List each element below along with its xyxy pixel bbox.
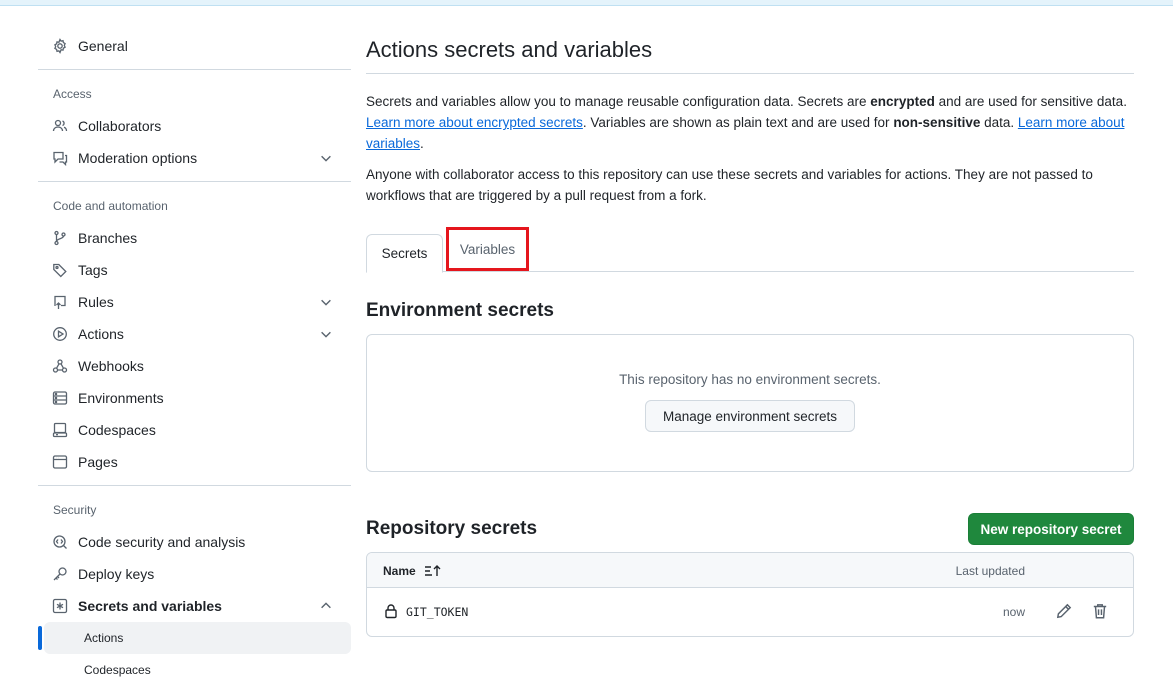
secret-name: GIT_TOKEN [406, 605, 469, 619]
intro-paragraph: Secrets and variables allow you to manag… [366, 91, 1134, 154]
tag-icon [52, 262, 68, 278]
secret-last-updated: now [1002, 605, 1025, 619]
sidebar-item-label: Environments [78, 390, 164, 406]
repository-secrets-header: Repository secrets New repository secret [366, 513, 1134, 547]
sidebar-item-collaborators[interactable]: Collaborators [38, 110, 351, 142]
sidebar-item-label: Actions [78, 326, 124, 342]
sidebar-item-secrets-variables[interactable]: Secrets and variables [38, 590, 351, 622]
table-header: Name Last updated [367, 553, 1133, 588]
sidebar-item-label: Webhooks [78, 358, 144, 374]
intro-emphasis: encrypted [870, 94, 935, 109]
sidebar-item-label: Deploy keys [78, 566, 155, 582]
sidebar-item-tags[interactable]: Tags [38, 254, 351, 286]
tab-variables[interactable]: Variables [446, 227, 529, 271]
sidebar-item-label: Tags [78, 262, 108, 278]
sidebar-item-general[interactable]: General [38, 30, 351, 62]
sidebar-item-code-security[interactable]: Code security and analysis [38, 526, 351, 558]
branch-icon [52, 230, 68, 246]
encrypted-secrets-link[interactable]: Learn more about encrypted secrets [366, 115, 583, 130]
intro-text: Secrets and variables allow you to manag… [366, 94, 871, 109]
repo-push-icon [52, 294, 68, 310]
sidebar-item-webhooks[interactable]: Webhooks [38, 350, 351, 382]
sidebar-item-environments[interactable]: Environments [38, 382, 351, 414]
server-icon [52, 390, 68, 406]
intro-text: and are used for sensitive data. [934, 94, 1127, 109]
repository-secrets-title: Repository secrets [366, 518, 538, 539]
webhook-icon [52, 358, 68, 374]
sidebar-item-pages[interactable]: Pages [38, 446, 351, 478]
sidebar-item-rules[interactable]: Rules [38, 286, 351, 318]
column-header-label: Name [383, 564, 416, 578]
sidebar-item-label: Branches [78, 230, 138, 246]
sidebar-divider [38, 69, 351, 70]
browser-top-strip [0, 0, 1173, 6]
lock-icon [385, 604, 397, 619]
key-icon [52, 566, 68, 582]
sidebar-item-label: Rules [78, 294, 114, 310]
codespaces-icon [52, 422, 68, 438]
intro-text: . Variables are shown as plain text and … [582, 115, 894, 130]
manage-environment-secrets-button[interactable]: Manage environment secrets [645, 400, 855, 432]
sidebar-divider [38, 485, 351, 486]
chevron-down-icon[interactable] [319, 295, 333, 309]
main-content: Actions secrets and variables Secrets an… [366, 30, 1134, 637]
table-row: GIT_TOKEN now [367, 588, 1133, 636]
sort-asc-icon[interactable] [424, 564, 442, 578]
sidebar-item-label: Secrets and variables [78, 598, 222, 614]
sidebar-heading-security: Security [53, 503, 97, 517]
intro-emphasis: non-sensitive [893, 115, 981, 130]
sidebar-heading-access: Access [53, 87, 92, 101]
sidebar-item-label: Moderation options [78, 150, 198, 166]
sidebar-item-label: General [78, 38, 128, 54]
trash-icon[interactable] [1091, 602, 1109, 620]
sidebar-subitem-actions[interactable]: Actions [38, 622, 351, 654]
sidebar-subitem-label: Actions [84, 631, 124, 645]
environment-secrets-blankslate: This repository has no environment secre… [366, 334, 1134, 472]
column-header-last-updated: Last updated [955, 564, 1025, 578]
sidebar-item-label: Code security and analysis [78, 534, 246, 550]
sidebar-subitem-codespaces[interactable]: Codespaces [44, 654, 351, 686]
sidebar-item-deploy-keys[interactable]: Deploy keys [38, 558, 351, 590]
people-icon [52, 118, 68, 134]
settings-sidebar: General Access Collaborators Moderation … [38, 30, 351, 686]
browser-icon [52, 454, 68, 470]
secrets-variables-tabs: Secrets Variables [366, 227, 1134, 273]
play-icon [52, 326, 68, 342]
chevron-down-icon[interactable] [319, 327, 333, 341]
chevron-down-icon[interactable] [319, 151, 333, 165]
sidebar-heading-code-automation: Code and automation [53, 199, 168, 213]
sidebar-item-actions[interactable]: Actions [38, 318, 351, 350]
page-title: Actions secrets and variables [366, 30, 1134, 74]
chevron-up-icon[interactable] [319, 599, 333, 613]
access-paragraph: Anyone with collaborator access to this … [366, 167, 1093, 203]
repository-secrets-table: Name Last updated GIT_TOKEN now [366, 552, 1134, 637]
sidebar-item-label: Codespaces [78, 422, 156, 438]
codescan-icon [52, 534, 68, 550]
intro-text: data. [980, 115, 1018, 130]
environment-secrets-title: Environment secrets [366, 300, 554, 321]
sidebar-item-codespaces[interactable]: Codespaces [38, 414, 351, 446]
gear-icon [52, 38, 68, 54]
intro-text: . [420, 136, 424, 151]
pencil-icon[interactable] [1055, 602, 1073, 620]
new-repository-secret-button[interactable]: New repository secret [968, 513, 1134, 545]
sidebar-subitem-label: Codespaces [84, 663, 151, 677]
sidebar-item-label: Collaborators [78, 118, 162, 134]
sidebar-item-branches[interactable]: Branches [38, 222, 351, 254]
empty-state-text: This repository has no environment secre… [619, 372, 881, 387]
sidebar-item-label: Pages [78, 454, 118, 470]
tab-secrets[interactable]: Secrets [366, 234, 443, 273]
sidebar-item-moderation[interactable]: Moderation options [38, 142, 351, 174]
column-header-name[interactable]: Name [383, 564, 442, 578]
asterisk-box-icon [52, 598, 68, 614]
report-icon [52, 150, 68, 166]
sidebar-divider [38, 181, 351, 182]
